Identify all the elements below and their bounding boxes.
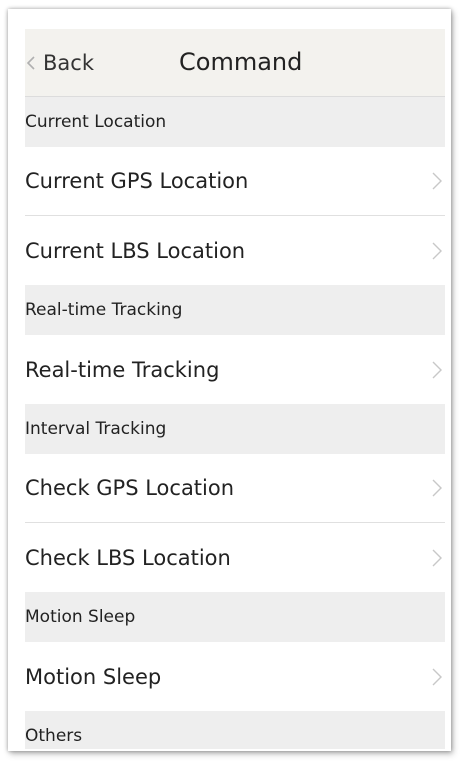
section-header-current-location: Current Location [25,97,445,147]
section-header-motion-sleep: Motion Sleep [25,592,445,642]
list-item-current-gps-location[interactable]: Current GPS Location [25,147,445,216]
list-item-check-gps-location[interactable]: Check GPS Location [25,454,445,523]
list-item-real-time-tracking[interactable]: Real-time Tracking [25,335,445,404]
list-item-label: Current GPS Location [25,169,249,193]
back-label: Back [43,50,94,75]
chevron-right-icon [432,172,442,190]
chevron-right-icon [432,479,442,497]
list-item-check-lbs-location[interactable]: Check LBS Location [25,523,445,592]
list-item-label: Motion Sleep [25,664,162,689]
back-button[interactable]: Back [25,29,94,96]
chevron-left-icon [26,55,35,70]
list-item-label: Check GPS Location [25,476,235,500]
navigation-bar: Back Command [25,29,445,97]
chevron-right-icon [432,549,442,566]
device-frame: Back Command Current Location Current GP… [8,9,451,751]
section-header-interval-tracking: Interval Tracking [25,404,445,454]
list-item-motion-sleep[interactable]: Motion Sleep [25,642,445,711]
list-item-current-lbs-location[interactable]: Current LBS Location [25,216,445,285]
command-screen: Back Command Current Location Current GP… [25,29,445,749]
list-item-label: Real-time Tracking [25,357,220,382]
list-item-label: Current LBS Location [25,238,246,263]
page-title: Command [179,48,303,76]
chevron-right-icon [432,668,442,685]
section-header-real-time-tracking: Real-time Tracking [25,285,445,335]
list-item-label: Check LBS Location [25,545,231,570]
section-header-others: Others [25,711,445,749]
chevron-right-icon [432,242,442,259]
chevron-right-icon [432,361,442,378]
